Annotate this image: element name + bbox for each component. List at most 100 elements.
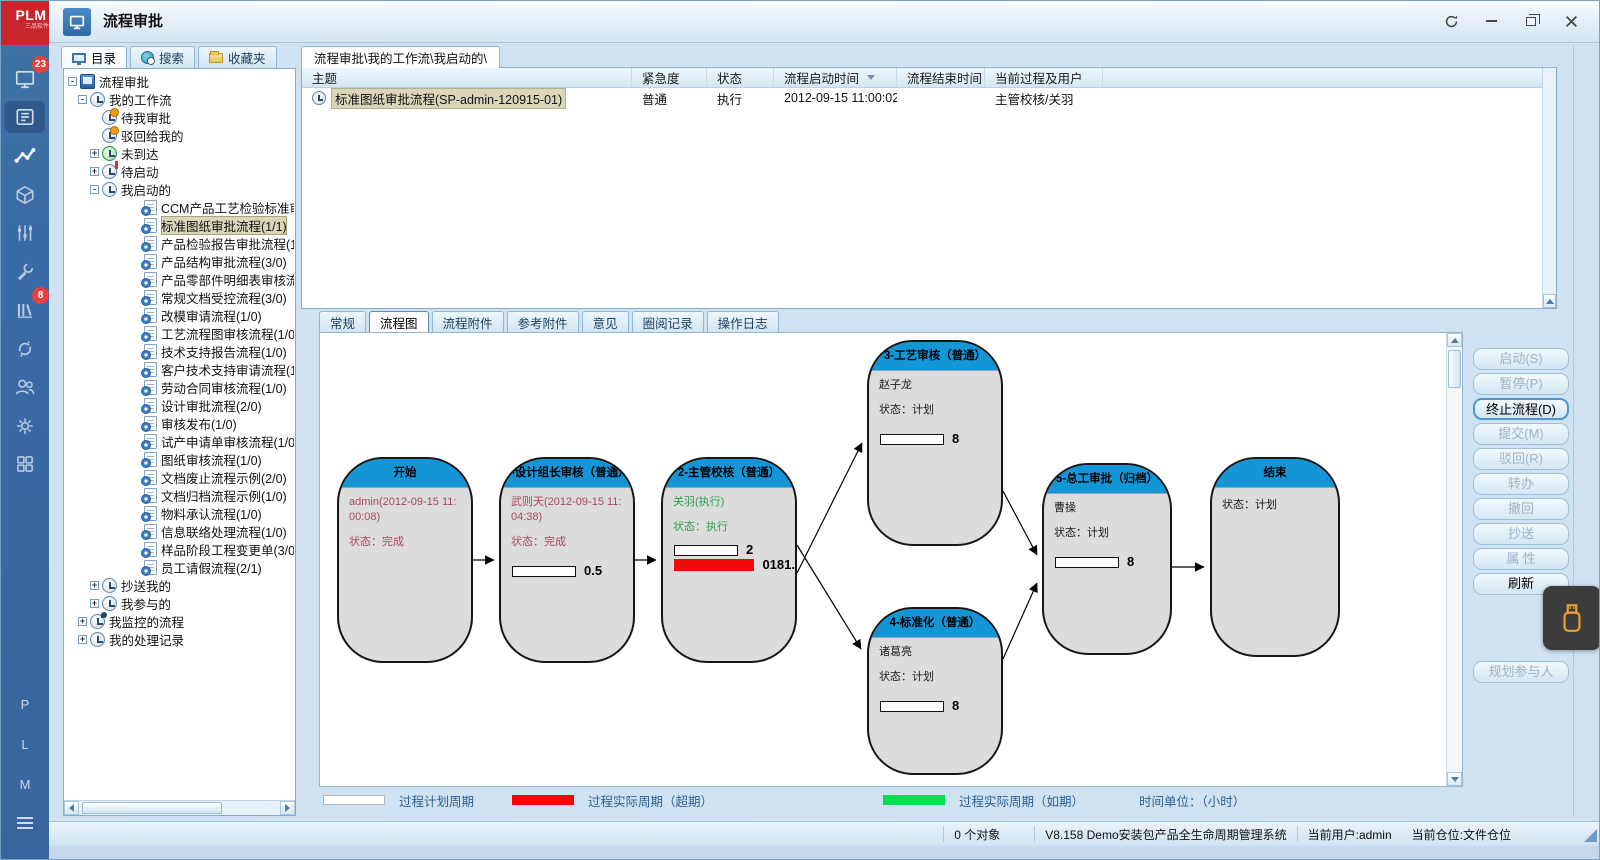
tree-expander[interactable] bbox=[78, 635, 87, 644]
tab-review-records[interactable]: 圈阅记录 bbox=[632, 311, 704, 332]
tab-operation-log[interactable]: 操作日志 bbox=[707, 311, 779, 332]
tree-item[interactable]: 我参与的 bbox=[66, 594, 294, 612]
tab-general[interactable]: 常规 bbox=[319, 311, 366, 332]
close-button[interactable] bbox=[1559, 11, 1583, 31]
resize-grip[interactable] bbox=[1584, 829, 1597, 842]
tree-item[interactable]: 抄送我的 bbox=[66, 576, 294, 594]
usb-overlay-icon[interactable] bbox=[1543, 586, 1600, 650]
tree-item[interactable]: 信息联络处理流程(1/0) bbox=[66, 522, 294, 540]
sidebar-sliders-icon[interactable] bbox=[5, 217, 45, 249]
sidebar-letter-l[interactable]: L bbox=[1, 737, 49, 752]
tree-expander[interactable] bbox=[68, 77, 77, 86]
tab-flow-diagram[interactable]: 流程图 bbox=[369, 311, 429, 332]
tree-item[interactable]: 客户技术支持审请流程(1 bbox=[66, 360, 294, 378]
action-button[interactable]: 撤回 bbox=[1473, 498, 1569, 520]
sidebar-library-icon[interactable]: 8 bbox=[5, 294, 45, 326]
tree-item[interactable]: 产品检验报告审批流程(1 bbox=[66, 234, 294, 252]
action-button[interactable]: 暂停(P) bbox=[1473, 373, 1569, 395]
tree-expander[interactable] bbox=[90, 599, 99, 608]
action-button[interactable]: 抄送 bbox=[1473, 523, 1569, 545]
col-end-time[interactable]: 流程结束时间 bbox=[897, 68, 985, 87]
sidebar-cube-icon[interactable] bbox=[5, 179, 45, 211]
action-button[interactable]: 提交(M) bbox=[1473, 423, 1569, 445]
table-scrollbar[interactable] bbox=[1542, 68, 1556, 308]
tree-item[interactable]: 设计审批流程(2/0) bbox=[66, 396, 294, 414]
sidebar-letter-p[interactable]: P bbox=[1, 697, 49, 712]
tree-item[interactable]: 文档归档流程示例(1/0) bbox=[66, 486, 294, 504]
tree-item[interactable]: 劳动合同审核流程(1/0) bbox=[66, 378, 294, 396]
tree-item[interactable]: 工艺流程图审核流程(1/0 bbox=[66, 324, 294, 342]
diagram-scrollbar[interactable] bbox=[1446, 333, 1462, 786]
tab-flow-attachments[interactable]: 流程附件 bbox=[432, 311, 504, 332]
col-status[interactable]: 状态 bbox=[707, 68, 774, 87]
tree-item[interactable]: 图纸审核流程(1/0) bbox=[66, 450, 294, 468]
tree-expander[interactable] bbox=[90, 167, 99, 176]
tree-item[interactable]: 未到达 bbox=[66, 144, 294, 162]
tree-item[interactable]: 待我审批 bbox=[66, 108, 294, 126]
flow-node-start[interactable]: 开始 admin(2012-09-15 11:00:08) 状态：完成 bbox=[337, 457, 473, 663]
tree-item[interactable]: 技术支持报告流程(1/0) bbox=[66, 342, 294, 360]
cell-subject[interactable]: 标准图纸审批流程(SP-admin-120915-01) bbox=[302, 88, 632, 109]
tree-expander[interactable] bbox=[90, 149, 99, 158]
tree-item[interactable]: 驳回给我的 bbox=[66, 126, 294, 144]
tree-item[interactable]: 常规文档受控流程(3/0) bbox=[66, 288, 294, 306]
hamburger-icon[interactable] bbox=[17, 817, 33, 832]
action-button[interactable]: 属 性 bbox=[1473, 548, 1569, 570]
flow-node-design-leader-review[interactable]: 1-设计组长审核（普通） 武则天(2012-09-15 11:04:38) 状态… bbox=[499, 457, 635, 663]
action-button[interactable]: 终止流程(D) bbox=[1473, 398, 1569, 420]
tab-search[interactable]: 搜索 bbox=[130, 46, 195, 68]
scroll-right-arrow[interactable] bbox=[280, 801, 295, 815]
tree-item[interactable]: 我的工作流 bbox=[66, 90, 294, 108]
scrollbar-thumb[interactable] bbox=[1448, 350, 1461, 388]
table-row[interactable]: 标准图纸审批流程(SP-admin-120915-01) 普通 执行 2012-… bbox=[302, 88, 1542, 108]
sidebar-users-icon[interactable] bbox=[5, 371, 45, 403]
tree-expander[interactable] bbox=[78, 617, 87, 626]
flow-node-end[interactable]: 结束 状态：计划 bbox=[1210, 457, 1340, 657]
tree-item[interactable]: 改模审请流程(1/0) bbox=[66, 306, 294, 324]
sidebar-workflow-icon[interactable] bbox=[5, 140, 45, 172]
tree-item[interactable]: 产品结构审批流程(3/0) bbox=[66, 252, 294, 270]
sidebar-form-icon[interactable] bbox=[5, 101, 45, 133]
action-button[interactable]: 规划参与人 bbox=[1473, 661, 1569, 683]
flow-node-process-review[interactable]: 3-工艺审核（普通） 赵子龙 状态：计划 8 bbox=[867, 340, 1003, 546]
tree-expander[interactable] bbox=[90, 185, 99, 194]
tab-directory[interactable]: 目录 bbox=[61, 46, 127, 68]
tree-item[interactable]: 试产申请单审核流程(1/0 bbox=[66, 432, 294, 450]
tab-favorites[interactable]: 收藏夹 bbox=[198, 46, 277, 68]
scroll-up-arrow[interactable] bbox=[1543, 294, 1556, 308]
minimize-button[interactable] bbox=[1479, 11, 1503, 31]
tree-item[interactable]: 审核发布(1/0) bbox=[66, 414, 294, 432]
restore-button[interactable] bbox=[1519, 11, 1543, 31]
flow-node-chief-engineer-approval[interactable]: 5-总工审批（归档） 曹操 状态：计划 8 bbox=[1042, 463, 1172, 655]
flow-node-standardization[interactable]: 4-标准化（普通） 诸葛亮 状态：计划 8 bbox=[867, 607, 1003, 775]
tree-item[interactable]: 我的处理记录 bbox=[66, 630, 294, 648]
sidebar-sync-icon[interactable] bbox=[5, 333, 45, 365]
scroll-down-arrow[interactable] bbox=[1447, 772, 1462, 786]
tab-reference-attachments[interactable]: 参考附件 bbox=[507, 311, 579, 332]
tree-item[interactable]: CCM产品工艺检验标准审核 bbox=[66, 198, 294, 216]
tree-horizontal-scrollbar[interactable] bbox=[64, 800, 295, 815]
col-subject[interactable]: 主题 bbox=[302, 68, 632, 87]
scrollbar-thumb[interactable] bbox=[82, 802, 222, 814]
action-button[interactable]: 启动(S) bbox=[1473, 348, 1569, 370]
breadcrumb[interactable]: 流程审批\我的工作流\我启动的\ bbox=[301, 46, 500, 68]
col-start-time[interactable]: 流程启动时间 bbox=[774, 68, 897, 87]
refresh-icon[interactable] bbox=[1439, 11, 1463, 31]
tree-item[interactable]: 流程审批 bbox=[66, 72, 294, 90]
tab-opinions[interactable]: 意见 bbox=[582, 311, 629, 332]
tree-item[interactable]: 产品零部件明细表审核流 bbox=[66, 270, 294, 288]
tree-item[interactable]: 我监控的流程 bbox=[66, 612, 294, 630]
col-urgency[interactable]: 紧急度 bbox=[632, 68, 707, 87]
tree-item[interactable]: 文档废止流程示例(2/0) bbox=[66, 468, 294, 486]
tree-item[interactable]: 员工请假流程(2/1) bbox=[66, 558, 294, 576]
col-current-process-user[interactable]: 当前过程及用户 bbox=[985, 68, 1103, 87]
tree-expander[interactable] bbox=[90, 581, 99, 590]
sidebar-wrench-icon[interactable] bbox=[5, 256, 45, 288]
action-button[interactable]: 转办 bbox=[1473, 473, 1569, 495]
tree-item[interactable]: 物料承认流程(1/0) bbox=[66, 504, 294, 522]
tree-expander[interactable] bbox=[78, 95, 87, 104]
flow-node-supervisor-check[interactable]: 2-主管校核（普通） 关羽(执行) 状态：执行 2 0181. bbox=[661, 457, 797, 663]
sidebar-letter-m[interactable]: M bbox=[1, 777, 49, 792]
flow-diagram-canvas[interactable]: 开始 admin(2012-09-15 11:00:08) 状态：完成 1-设计… bbox=[319, 332, 1463, 787]
scroll-left-arrow[interactable] bbox=[64, 801, 79, 815]
